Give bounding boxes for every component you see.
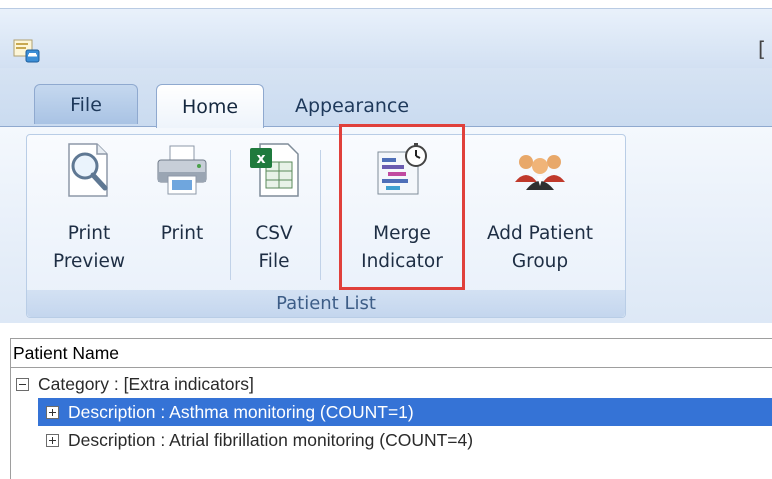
csv-label-1: CSV	[255, 223, 293, 244]
ribbon-separator	[230, 150, 231, 280]
printer-icon	[157, 145, 207, 195]
expand-icon[interactable]	[46, 405, 59, 419]
window-title: [	[758, 37, 766, 61]
column-header-patient-name[interactable]: Patient Name	[10, 338, 772, 368]
tree-row-atrial[interactable]: Description : Atrial fibrillation monito…	[46, 426, 772, 454]
tab-home[interactable]: Home	[156, 84, 264, 128]
tree-row-category[interactable]: Category : [Extra indicators]	[16, 370, 772, 398]
add-patient-group-button[interactable]: Add Patient Group	[470, 138, 610, 288]
svg-text:x: x	[256, 151, 265, 167]
print-preview-label-2: Preview	[52, 251, 125, 272]
expand-icon[interactable]	[46, 433, 59, 447]
patient-group-icon	[515, 155, 565, 190]
tab-appearance[interactable]: Appearance	[272, 86, 432, 126]
csv-file-button[interactable]: x CSV File	[236, 138, 312, 288]
print-button[interactable]: Print	[142, 138, 222, 288]
collapse-icon[interactable]	[16, 377, 29, 391]
tree-row-label: Description : Asthma monitoring (COUNT=1…	[68, 401, 414, 422]
print-preview-icon	[68, 143, 108, 197]
tab-file[interactable]: File	[34, 84, 138, 124]
app-icon	[13, 39, 40, 63]
ribbon-separator	[320, 150, 321, 280]
merge-indicator-button[interactable]: Merge Indicator	[342, 138, 462, 288]
merge-indicator-icon	[377, 143, 427, 195]
tree-row-label: Category : [Extra indicators]	[38, 373, 254, 394]
title-bar: [	[0, 8, 772, 69]
add-patient-label-1: Add Patient	[486, 223, 594, 244]
tree-row-asthma[interactable]: Description : Asthma monitoring (COUNT=1…	[38, 398, 772, 426]
merge-label-1: Merge	[373, 223, 431, 244]
csv-excel-icon: x	[250, 143, 299, 197]
print-preview-label-1: Print	[67, 223, 111, 244]
merge-label-2: Indicator	[361, 251, 443, 272]
tree-row-label: Description : Atrial fibrillation monito…	[68, 429, 474, 450]
group-caption: Patient List	[27, 290, 625, 317]
print-preview-button[interactable]: Print Preview	[36, 138, 142, 288]
csv-label-2: File	[258, 251, 290, 272]
add-patient-label-2: Group	[511, 251, 569, 272]
print-label: Print	[160, 223, 204, 244]
